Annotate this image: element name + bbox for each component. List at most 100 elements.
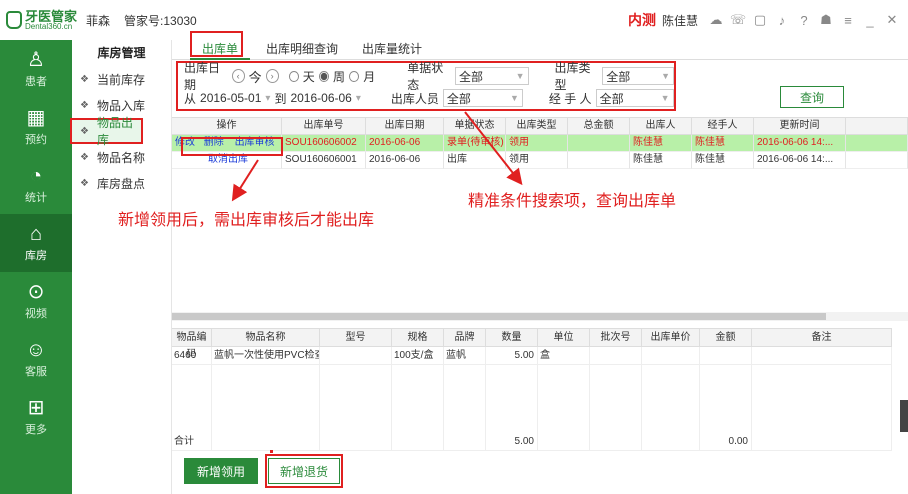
menu-item-outbound[interactable]: ❖ 物品出库	[70, 116, 143, 147]
sidebar-item-more[interactable]: ⊞ 更多	[0, 388, 72, 446]
order-status: 出库	[444, 152, 506, 169]
help-icon[interactable]: ?	[796, 12, 812, 28]
horizontal-scrollbar[interactable]	[172, 312, 908, 321]
item-qty: 5.00	[486, 347, 538, 365]
today-button[interactable]: 今	[249, 67, 262, 86]
type-select[interactable]: 全部 ▼	[602, 67, 674, 85]
col-header: 型号	[320, 329, 392, 347]
menu-item-names[interactable]: ❖ 物品名称	[72, 144, 171, 170]
sidebar-label: 更多	[25, 424, 47, 436]
radio-day-label: 天	[302, 69, 315, 84]
total-qty: 5.00	[486, 433, 538, 451]
tab-bar: 出库单 出库明细查询 出库量统计	[172, 40, 908, 60]
order-type: 领用	[506, 152, 568, 169]
col-header: 数量	[486, 329, 538, 347]
sidebar-item-appointment[interactable]: ▦ 预约	[0, 98, 72, 156]
radio-month-label: 月	[363, 69, 376, 84]
bullet-icon: ❖	[80, 73, 89, 85]
empty-cell	[444, 433, 486, 451]
item-amount	[700, 347, 752, 365]
item-spec: 100支/盒	[392, 347, 444, 365]
minimize-icon[interactable]: _	[862, 12, 878, 28]
from-label: 从	[184, 91, 197, 106]
sidebar-item-patients[interactable]: ♙ 患者	[0, 40, 72, 98]
table-row[interactable]: 6460 蓝帆一次性使用PVC检查手... 100支/盒 蓝帆 5.00 盒	[172, 347, 892, 365]
scroll-thumb[interactable]	[172, 313, 826, 320]
col-header: 更新时间	[754, 118, 846, 135]
sidebar-label: 库房	[25, 250, 47, 262]
table-header: 操作 出库单号 出库日期 单据状态 出库类型 总金额 出库人 经手人 更新时间	[172, 118, 908, 135]
bullet-icon: ❖	[80, 177, 89, 189]
return-highlight-box	[265, 454, 343, 488]
logo-domain: Dental360.cn	[25, 21, 73, 31]
empty-cell	[846, 152, 908, 169]
query-button[interactable]: 查询	[780, 86, 844, 108]
menu-item-inventory[interactable]: ❖ 库房盘点	[72, 170, 171, 196]
tab-outbound-detail[interactable]: 出库明细查询	[254, 40, 350, 60]
window-icon[interactable]: ▢	[752, 12, 768, 28]
bell-icon[interactable]: ♪	[774, 12, 790, 28]
phone-icon[interactable]: ☏	[730, 12, 746, 28]
col-header: 批次号	[590, 329, 642, 347]
sidebar-item-video[interactable]: ⊙ 视频	[0, 272, 72, 330]
col-header: 操作	[172, 118, 282, 135]
empty-cell	[538, 433, 590, 451]
radio-month[interactable]	[349, 70, 360, 82]
menu-label: 当前库存	[96, 72, 145, 87]
add-use-button[interactable]: 新增领用	[184, 458, 258, 484]
status-select[interactable]: 全部 ▼	[454, 67, 529, 85]
empty-rows	[172, 365, 892, 433]
person-select[interactable]: 全部 ▼	[442, 89, 523, 107]
menu-title: 库房管理	[97, 46, 146, 60]
order-handler: 陈佳慧	[692, 152, 754, 169]
radio-week[interactable]	[318, 70, 329, 82]
col-header: 备注	[752, 329, 892, 347]
order-type: 领用	[506, 135, 568, 152]
col-header: 出库类型	[506, 118, 568, 135]
empty-cell	[212, 433, 320, 451]
beta-badge: 内测	[627, 12, 656, 28]
next-icon[interactable]: ›	[265, 69, 279, 83]
order-person: 陈佳慧	[630, 152, 692, 169]
from-date[interactable]: 2016-05-01	[200, 91, 261, 105]
sidebar-item-service[interactable]: ☺ 客服	[0, 330, 72, 388]
empty-cell	[392, 433, 444, 451]
col-header: 出库单价	[642, 329, 700, 347]
side-panel-handle[interactable]	[900, 400, 908, 432]
shirt-icon[interactable]: ☗	[818, 12, 834, 28]
menu-item-stock[interactable]: ❖ 当前库存	[72, 66, 171, 92]
chat-icon[interactable]: ☁	[708, 12, 724, 28]
close-icon[interactable]: ✕	[884, 12, 900, 28]
empty-cell	[846, 135, 908, 152]
empty-cell	[590, 433, 642, 451]
tab-outbound-stats[interactable]: 出库量统计	[350, 40, 434, 60]
prev-icon[interactable]: ‹	[231, 69, 245, 83]
handler-select[interactable]: 全部 ▼	[595, 89, 674, 107]
chevron-down-icon[interactable]: ▾	[356, 93, 361, 104]
order-no: SOU160606001	[282, 152, 366, 169]
chevron-down-icon: ▼	[509, 93, 519, 103]
order-amount	[568, 152, 630, 169]
chevron-down-icon[interactable]: ▾	[265, 93, 270, 104]
sidebar-item-warehouse[interactable]: ⌂ 库房	[0, 214, 72, 272]
play-icon: ⊙	[27, 281, 45, 303]
sidebar-item-stats[interactable]: ◔ 统计	[0, 156, 72, 214]
menu-icon[interactable]: ≡	[840, 12, 856, 28]
sidebar-label: 患者	[25, 76, 47, 88]
to-date[interactable]: 2016-06-06	[290, 91, 351, 105]
annotation-audit: 新增领用后，需出库审核后才能出库	[118, 212, 375, 229]
operator-name[interactable]: 陈佳慧	[662, 12, 698, 29]
total-amount: 0.00	[700, 433, 752, 451]
empty-cell	[320, 433, 392, 451]
person-value: 全部	[446, 91, 471, 106]
menu-label: 物品名称	[96, 150, 145, 165]
item-unit: 盒	[538, 347, 590, 365]
menu-label: 库房盘点	[96, 176, 145, 191]
empty-cell	[642, 433, 700, 451]
filter-panel: 出库日期 ‹ 今 › 天 周 月 单据状态 全部 ▼ 出库类型 全部 ▼ 从 201…	[176, 61, 676, 111]
order-updated: 2016-06-06 14:...	[754, 152, 846, 169]
radio-day[interactable]	[288, 70, 299, 82]
sidebar-label: 统计	[25, 192, 47, 204]
tab-highlight-box	[190, 31, 243, 57]
logo: 牙医管家 Dental360.cn	[0, 0, 80, 40]
